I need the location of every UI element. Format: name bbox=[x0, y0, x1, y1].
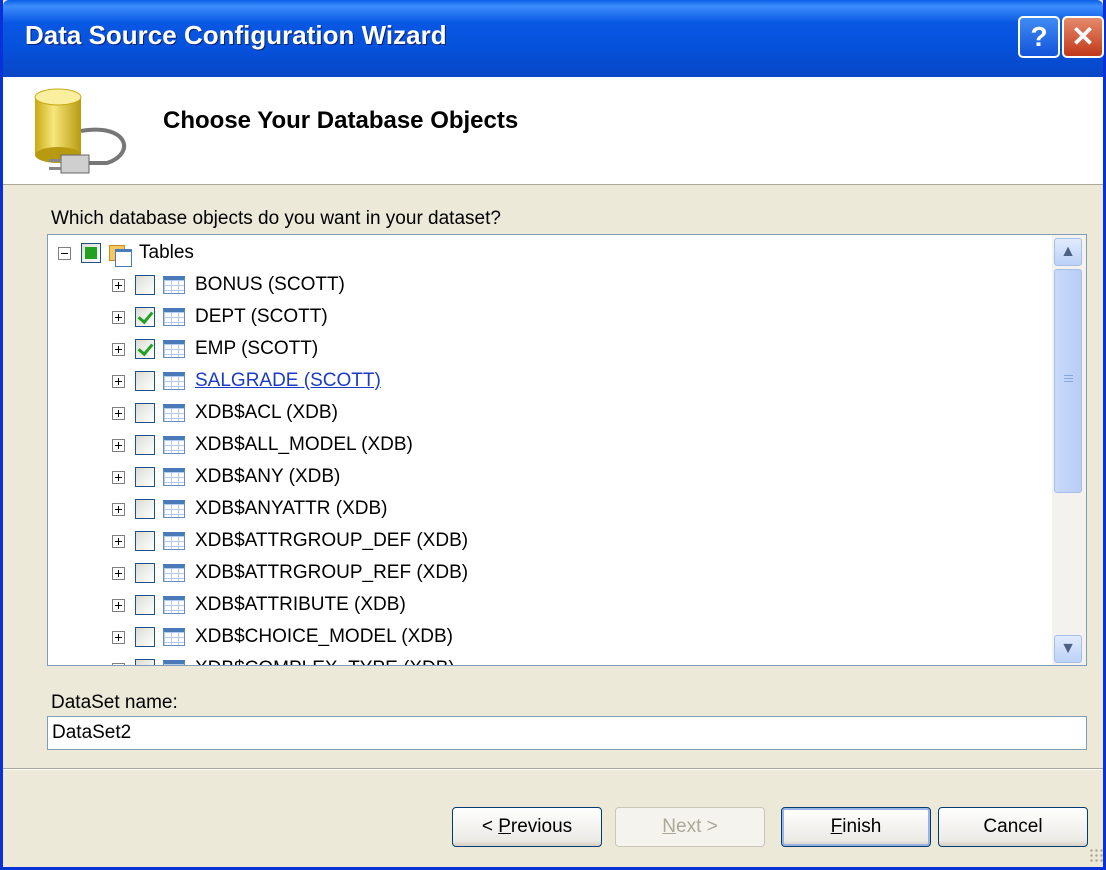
table-checkbox[interactable] bbox=[135, 339, 155, 359]
table-row[interactable]: XDB$ATTRGROUP_REF (XDB) bbox=[112, 557, 468, 589]
help-button[interactable]: ? bbox=[1018, 16, 1060, 58]
table-label: XDB$ANYATTR (XDB) bbox=[195, 498, 388, 519]
table-checkbox[interactable] bbox=[135, 595, 155, 615]
next-button[interactable]: Next > bbox=[615, 807, 765, 847]
table-icon bbox=[163, 660, 185, 665]
scroll-thumb[interactable] bbox=[1054, 269, 1082, 493]
table-icon bbox=[163, 436, 185, 454]
expand-icon[interactable] bbox=[112, 598, 125, 612]
table-row[interactable]: EMP (SCOTT) bbox=[112, 333, 318, 365]
table-row[interactable]: XDB$ATTRGROUP_DEF (XDB) bbox=[112, 525, 468, 557]
table-icon bbox=[163, 276, 185, 294]
table-row[interactable]: DEPT (SCOTT) bbox=[112, 301, 328, 333]
expand-icon[interactable] bbox=[112, 630, 125, 644]
tables-folder-icon bbox=[109, 243, 132, 267]
expand-icon[interactable] bbox=[112, 534, 125, 548]
previous-button[interactable]: < Previous bbox=[452, 807, 602, 847]
table-icon bbox=[163, 468, 185, 486]
database-plug-icon bbox=[34, 88, 127, 174]
table-checkbox[interactable] bbox=[135, 659, 155, 665]
table-row[interactable]: XDB$ACL (XDB) bbox=[112, 397, 338, 429]
table-icon bbox=[163, 564, 185, 582]
table-label: XDB$ATTRGROUP_REF (XDB) bbox=[195, 562, 469, 583]
table-row[interactable]: XDB$ALL_MODEL (XDB) bbox=[112, 429, 413, 461]
table-row[interactable]: BONUS (SCOTT) bbox=[112, 269, 345, 301]
table-checkbox[interactable] bbox=[135, 467, 155, 487]
tree-root-label: Tables bbox=[139, 242, 194, 263]
database-objects-tree[interactable]: Tables BONUS (SCOTT) DEPT (SCOTT) EMP (SCO… bbox=[47, 234, 1087, 666]
wizard-window: Data Source Configuration Wizard ? ✕ Cho… bbox=[0, 0, 1106, 870]
wizard-header: Choose Your Database Objects bbox=[3, 77, 1103, 185]
table-icon bbox=[163, 628, 185, 646]
table-label: DEPT (SCOTT) bbox=[195, 306, 328, 327]
table-row[interactable]: XDB$COMPLEX_TYPE (XDB) bbox=[112, 653, 455, 665]
expand-icon[interactable] bbox=[112, 406, 125, 420]
window-title: Data Source Configuration Wizard bbox=[25, 20, 447, 50]
table-checkbox[interactable] bbox=[135, 499, 155, 519]
table-checkbox[interactable] bbox=[135, 403, 155, 423]
footer-separator bbox=[3, 768, 1103, 770]
expand-icon[interactable] bbox=[112, 438, 125, 452]
table-icon bbox=[163, 404, 185, 422]
dataset-name-input[interactable] bbox=[47, 716, 1087, 750]
expand-icon[interactable] bbox=[112, 566, 125, 580]
table-checkbox[interactable] bbox=[135, 371, 155, 391]
collapse-icon[interactable] bbox=[58, 246, 71, 260]
table-label: XDB$ANY (XDB) bbox=[195, 466, 341, 487]
table-icon bbox=[163, 372, 185, 390]
expand-icon[interactable] bbox=[112, 278, 125, 292]
table-icon bbox=[163, 340, 185, 358]
close-button[interactable]: ✕ bbox=[1062, 16, 1104, 58]
table-label: XDB$COMPLEX_TYPE (XDB) bbox=[195, 658, 455, 665]
table-icon bbox=[163, 596, 185, 614]
dataset-name-label: DataSet name: bbox=[51, 692, 178, 713]
resize-grip-icon[interactable] bbox=[1089, 848, 1103, 862]
expand-icon[interactable] bbox=[112, 662, 125, 665]
expand-icon[interactable] bbox=[112, 374, 125, 388]
table-row[interactable]: XDB$ATTRIBUTE (XDB) bbox=[112, 589, 406, 621]
table-icon bbox=[163, 308, 185, 326]
cancel-button[interactable]: Cancel bbox=[938, 807, 1088, 847]
table-row[interactable]: XDB$ANYATTR (XDB) bbox=[112, 493, 388, 525]
expand-icon[interactable] bbox=[112, 470, 125, 484]
page-heading: Choose Your Database Objects bbox=[163, 107, 519, 134]
table-checkbox[interactable] bbox=[135, 627, 155, 647]
expand-icon[interactable] bbox=[112, 342, 125, 356]
expand-icon[interactable] bbox=[112, 310, 125, 324]
table-label: BONUS (SCOTT) bbox=[195, 274, 345, 295]
table-checkbox[interactable] bbox=[135, 435, 155, 455]
scroll-down-arrow-icon[interactable]: ▼ bbox=[1054, 635, 1082, 663]
table-label: EMP (SCOTT) bbox=[195, 338, 319, 359]
table-checkbox[interactable] bbox=[135, 275, 155, 295]
table-label: SALGRADE (SCOTT) bbox=[195, 370, 381, 391]
tree-root-tables[interactable]: Tables bbox=[58, 237, 194, 269]
table-label: XDB$CHOICE_MODEL (XDB) bbox=[195, 626, 453, 647]
table-label: XDB$ACL (XDB) bbox=[195, 402, 338, 423]
table-checkbox[interactable] bbox=[135, 563, 155, 583]
table-label: XDB$ATTRIBUTE (XDB) bbox=[195, 594, 406, 615]
tree-vertical-scrollbar[interactable]: ▲ ▼ bbox=[1052, 235, 1086, 665]
expand-icon[interactable] bbox=[112, 502, 125, 516]
table-checkbox[interactable] bbox=[135, 307, 155, 327]
tables-checkbox[interactable] bbox=[81, 243, 101, 263]
table-checkbox[interactable] bbox=[135, 531, 155, 551]
objects-question-label: Which database objects do you want in yo… bbox=[51, 208, 501, 229]
table-label: XDB$ATTRGROUP_DEF (XDB) bbox=[195, 530, 469, 551]
table-icon bbox=[163, 532, 185, 550]
scroll-up-arrow-icon[interactable]: ▲ bbox=[1054, 238, 1082, 266]
title-bar[interactable]: Data Source Configuration Wizard ? ✕ bbox=[3, 0, 1104, 77]
table-row[interactable]: XDB$ANY (XDB) bbox=[112, 461, 340, 493]
table-icon bbox=[163, 500, 185, 518]
table-label: XDB$ALL_MODEL (XDB) bbox=[195, 434, 413, 455]
finish-button[interactable]: Finish bbox=[781, 807, 931, 847]
table-row[interactable]: XDB$CHOICE_MODEL (XDB) bbox=[112, 621, 453, 653]
table-row[interactable]: SALGRADE (SCOTT) bbox=[112, 365, 381, 397]
